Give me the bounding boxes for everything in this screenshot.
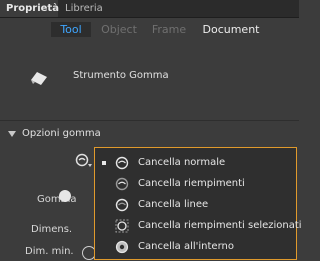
panel-tab-bar: Proprietà Libreria [0,0,299,18]
segment-tool[interactable]: Tool [51,22,91,37]
checkmark-icon [102,161,106,165]
row-label-dim-min: Dim. min. [25,246,74,257]
collapse-triangle-icon[interactable] [8,131,16,137]
menu-item-cancella-riempimenti[interactable]: Cancella riempimenti [95,174,295,194]
erase-lines-icon [115,198,129,212]
section-divider [0,120,299,121]
eraser-shape-round[interactable] [59,190,71,202]
eraser-mode-menu: Cancella normale Cancella riempimenti Ca… [94,147,302,260]
row-label-dimens: Dimens. [31,224,73,235]
erase-fills-icon [115,177,129,191]
menu-item-label: Cancella linee [138,199,209,210]
section-title: Opzioni gomma [22,128,101,139]
erase-inside-icon [115,240,129,254]
menu-item-cancella-all-interno[interactable]: Cancella all'interno [95,237,295,257]
menu-item-label: Cancella all'interno [138,241,234,252]
eraser-icon [31,72,47,85]
menu-item-cancella-riempimenti-selezionati[interactable]: Cancella riempimenti selezionati [95,216,302,236]
tab-proprieta[interactable]: Proprietà [0,0,59,17]
tool-name: Strumento Gomma [73,70,169,81]
menu-item-cancella-linee[interactable]: Cancella linee [95,195,295,215]
menu-item-label: Cancella riempimenti [138,178,245,189]
erase-normal-icon [115,156,129,170]
menu-item-label: Cancella normale [138,157,226,168]
eraser-mode-button[interactable] [75,152,93,168]
segment-object[interactable]: Object [96,22,142,37]
erase-selected-fills-icon [115,219,129,233]
menu-item-label: Cancella riempimenti selezionati [138,220,302,231]
segment-document[interactable]: Document [201,22,261,37]
menu-item-cancella-normale[interactable]: Cancella normale [95,153,295,173]
tab-libreria[interactable]: Libreria [59,0,109,17]
segment-frame[interactable]: Frame [148,22,190,37]
